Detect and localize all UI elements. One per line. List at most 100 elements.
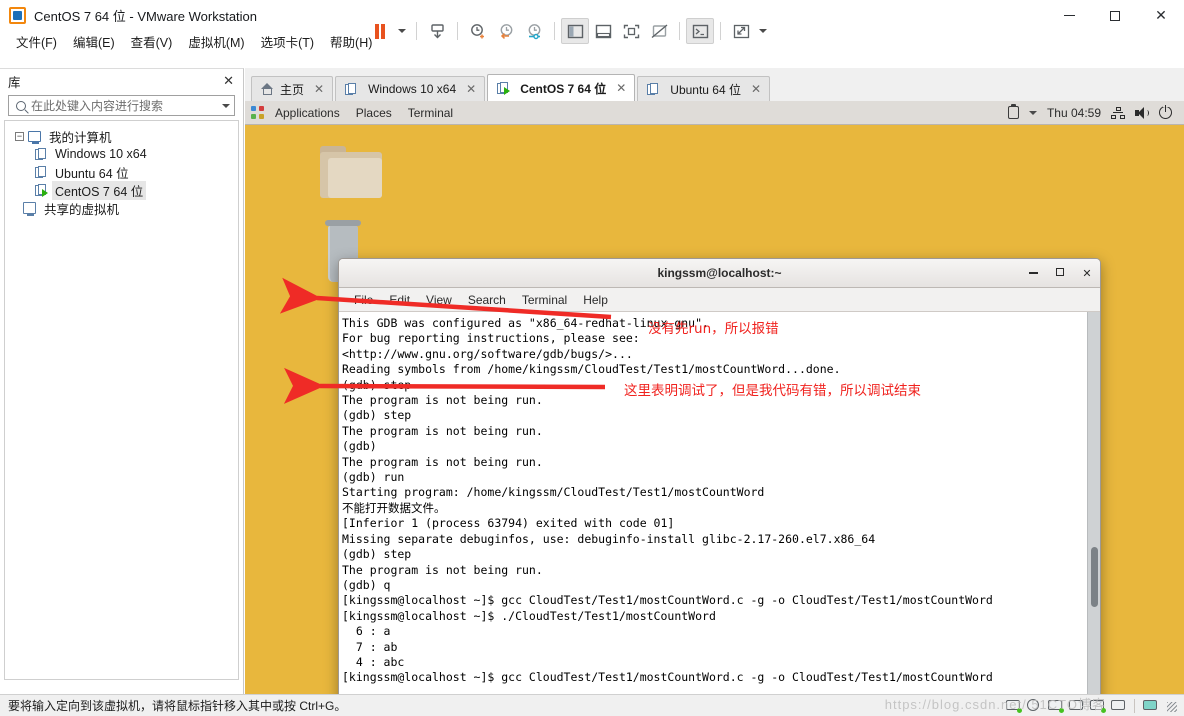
- gnome-terminal-menu[interactable]: Terminal: [400, 104, 461, 122]
- terminal-title-bar: kingssm@localhost:~ ✕: [339, 259, 1100, 288]
- terminal-menu-terminal[interactable]: Terminal: [515, 291, 574, 309]
- gnome-desktop[interactable]: kingssm@localhost:~ ✕ File Edit View Sea…: [245, 125, 1184, 716]
- tree-item-windows10[interactable]: Windows 10 x64: [5, 145, 238, 163]
- terminal-close-button[interactable]: ✕: [1080, 267, 1094, 280]
- gnome-top-bar: Applications Places Terminal Thu 04:59: [245, 101, 1184, 125]
- vmware-icon: [9, 6, 26, 24]
- show-thumbnail-button[interactable]: [589, 18, 617, 44]
- search-dropdown-icon[interactable]: [222, 103, 230, 108]
- stretch-button[interactable]: [727, 18, 755, 44]
- revert-snapshot-button[interactable]: [492, 18, 520, 44]
- tab-close-icon[interactable]: ✕: [466, 82, 476, 96]
- clipboard-icon[interactable]: [1007, 104, 1019, 119]
- vm-running-icon: [497, 81, 511, 95]
- vm-area: 主页 ✕ Windows 10 x64 ✕ CentOS 7 64 位 ✕ Ub…: [245, 68, 1184, 716]
- terminal-scrollbar[interactable]: [1087, 312, 1100, 716]
- annotation-debug-ended: 这里表明调试了，但是我代码有错，所以调试结束: [624, 383, 921, 399]
- menu-file[interactable]: 文件(F): [8, 30, 65, 53]
- full-screen-button[interactable]: [617, 18, 645, 44]
- gnome-status-area: Thu 04:59: [1007, 104, 1178, 120]
- terminal-minimize-button[interactable]: [1026, 267, 1040, 279]
- tab-windows10[interactable]: Windows 10 x64 ✕: [335, 76, 486, 101]
- vm-icon: [35, 165, 47, 179]
- terminal-menu-help[interactable]: Help: [576, 291, 615, 309]
- tab-close-icon[interactable]: ✕: [314, 82, 324, 96]
- status-message: 要将输入定向到该虚拟机，请将鼠标指针移入其中或按 Ctrl+G。: [8, 699, 347, 713]
- tree-item-my-computer[interactable]: − 我的计算机: [5, 127, 238, 145]
- tree-item-label: Windows 10 x64: [55, 147, 147, 161]
- volume-icon[interactable]: [1135, 106, 1149, 119]
- vmware-workstation-window: CentOS 7 64 位 - VMware Workstation ✕ 文件(…: [0, 0, 1184, 716]
- tab-label: CentOS 7 64 位: [520, 81, 607, 96]
- gnome-places-menu[interactable]: Places: [348, 104, 400, 122]
- suspend-button[interactable]: [366, 18, 394, 44]
- library-search[interactable]: 在此处键入内容进行搜索: [8, 95, 235, 116]
- search-input[interactable]: 在此处键入内容进行搜索: [31, 97, 222, 114]
- monitor-icon: [28, 130, 41, 144]
- maximize-button[interactable]: [1092, 0, 1138, 31]
- tab-home[interactable]: 主页 ✕: [251, 76, 334, 101]
- tab-label: 主页: [280, 82, 305, 97]
- library-header: 库 ✕: [0, 69, 243, 93]
- stretch-dropdown[interactable]: [755, 18, 771, 44]
- tab-centos[interactable]: CentOS 7 64 位 ✕: [487, 74, 636, 101]
- desktop-folder-icon[interactable]: [320, 146, 382, 198]
- network-icon[interactable]: [1111, 106, 1125, 119]
- terminal-menu-view[interactable]: View: [419, 291, 459, 309]
- terminal-menu-edit[interactable]: Edit: [382, 291, 417, 309]
- terminal-output[interactable]: This GDB was configured as "x86_64-redha…: [339, 312, 1087, 716]
- applications-icon: [251, 106, 264, 119]
- tab-ubuntu[interactable]: Ubuntu 64 位 ✕: [637, 76, 771, 101]
- collapse-icon[interactable]: −: [15, 131, 24, 141]
- terminal-menu-bar: File Edit View Search Terminal Help: [339, 288, 1100, 312]
- terminal-menu-search[interactable]: Search: [461, 291, 513, 309]
- toolbar-strip: [0, 51, 1184, 68]
- terminal-maximize-button[interactable]: [1053, 267, 1067, 279]
- menu-edit[interactable]: 编辑(E): [65, 30, 123, 53]
- take-snapshot-button[interactable]: [464, 18, 492, 44]
- snapshot-manager-button[interactable]: [520, 18, 548, 44]
- close-button[interactable]: ✕: [1138, 0, 1184, 31]
- terminal-body[interactable]: This GDB was configured as "x86_64-redha…: [339, 312, 1100, 716]
- resize-grip-icon[interactable]: [1164, 699, 1178, 713]
- search-icon: [16, 100, 26, 111]
- tree-item-ubuntu[interactable]: Ubuntu 64 位: [5, 163, 238, 181]
- menu-vm[interactable]: 虚拟机(M): [180, 30, 252, 53]
- tree-item-label: 共享的虚拟机: [44, 202, 120, 217]
- usb-icon[interactable]: [1111, 699, 1126, 712]
- power-icon[interactable]: [1159, 104, 1172, 119]
- tab-label: Windows 10 x64: [368, 82, 457, 96]
- menu-bar: 文件(F) 编辑(E) 查看(V) 虚拟机(M) 选项卡(T) 帮助(H): [0, 18, 1184, 53]
- scrollbar-thumb[interactable]: [1091, 547, 1098, 607]
- chevron-down-icon[interactable]: [1028, 110, 1037, 115]
- gnome-clock[interactable]: Thu 04:59: [1047, 106, 1101, 120]
- tab-strip: 主页 ✕ Windows 10 x64 ✕ CentOS 7 64 位 ✕ Ub…: [245, 74, 1184, 101]
- unity-button[interactable]: [645, 18, 673, 44]
- toolbar: [366, 15, 771, 47]
- tree-item-shared-vms[interactable]: 共享的虚拟机: [5, 199, 238, 217]
- library-panel: 库 ✕ 在此处键入内容进行搜索 − 我的计算机 Windows 10 x64 U…: [0, 68, 244, 694]
- shared-vm-icon: [23, 202, 36, 216]
- library-close-icon[interactable]: ✕: [220, 73, 237, 89]
- show-library-button[interactable]: [561, 18, 589, 44]
- terminal-menu-file[interactable]: File: [347, 291, 380, 309]
- tab-close-icon[interactable]: ✕: [751, 82, 761, 96]
- console-button[interactable]: [686, 18, 714, 44]
- menu-view[interactable]: 查看(V): [123, 30, 181, 53]
- watermark: https://blog.csdn.net/ 51CTO博客: [884, 697, 1106, 712]
- tree-item-centos[interactable]: CentOS 7 64 位: [5, 180, 238, 200]
- tree-item-label: 我的计算机: [49, 130, 112, 145]
- power-dropdown[interactable]: [394, 18, 410, 44]
- minimize-button[interactable]: [1046, 0, 1092, 31]
- terminal-title: kingssm@localhost:~: [657, 266, 782, 280]
- vm-icon: [35, 147, 47, 161]
- tab-close-icon[interactable]: ✕: [616, 81, 626, 95]
- snapshot-button[interactable]: [423, 18, 451, 44]
- display-icon[interactable]: [1143, 699, 1158, 712]
- menu-tabs[interactable]: 选项卡(T): [253, 30, 322, 53]
- window-title: CentOS 7 64 位 - VMware Workstation: [34, 8, 258, 24]
- gnome-applications-menu[interactable]: Applications: [267, 104, 348, 122]
- tree-item-label: CentOS 7 64 位: [52, 180, 147, 200]
- library-title: 库: [8, 75, 21, 90]
- annotation-no-run: 没有先run，所以报错: [648, 321, 779, 337]
